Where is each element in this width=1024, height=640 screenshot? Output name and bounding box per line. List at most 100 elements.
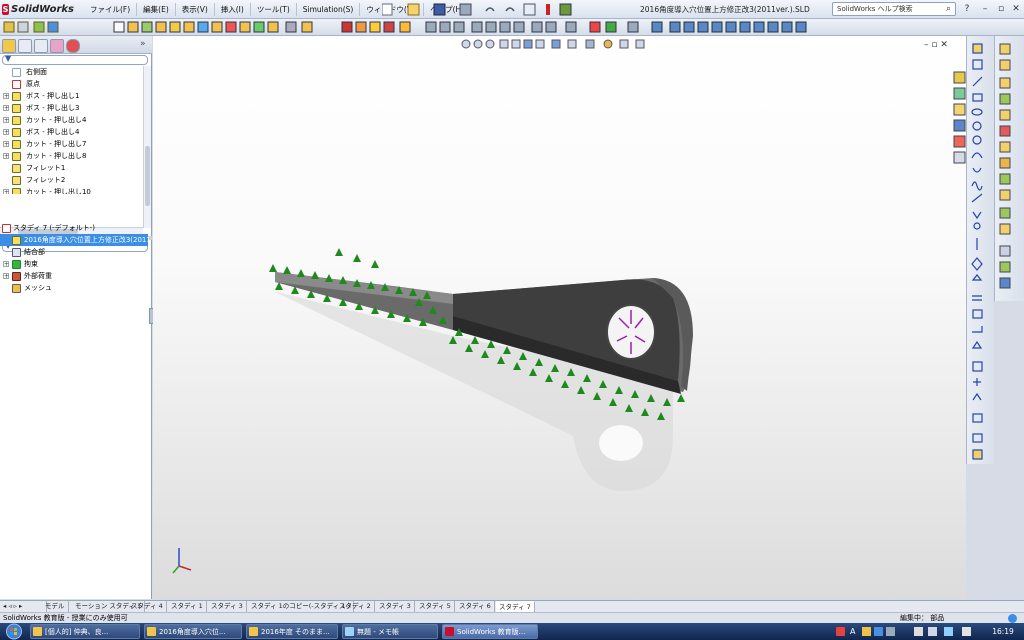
menu-edit[interactable]: 編集(E) [136,3,175,16]
solidworks-logo[interactable]: S SolidWorks [2,2,74,17]
tab-study-5[interactable]: スタディ 5 [416,601,455,612]
sketch-tools-icons[interactable] [967,36,995,464]
menu-tools[interactable]: ツール(T) [249,3,296,16]
tree-item[interactable]: + カット - 押し出し10 [0,186,148,194]
tray-icon[interactable] [874,627,883,636]
cut-icon [12,152,21,161]
study-item-fixtures[interactable]: + 拘束 [0,258,148,270]
extrude-icon [12,92,21,101]
tab-study-2[interactable]: スタディ 2 [336,601,375,612]
study-tabs: ◂ ◃ ▹ ▸ モデル モーション スタディ 1 スタディ 4 スタディ 1 ス… [0,600,1024,613]
close-icon[interactable]: ✕ [1009,3,1023,15]
help-search-placeholder: SolidWorks ヘルプ検索 [837,5,913,13]
flag-icon[interactable] [928,627,937,636]
ime-icon[interactable] [836,627,845,636]
tree-item-label: ボス - 押し出し1 [26,92,80,100]
menu-file[interactable]: ファイル(F) [84,3,136,16]
expand-icon[interactable]: + [3,141,9,148]
taskbar-item[interactable]: 無題 - メモ帳 [342,624,438,639]
tree-item[interactable]: + カット - 押し出し7 [0,138,148,150]
tab-study-3a[interactable]: スタディ 3 [208,601,247,612]
minimize-icon[interactable]: – [978,3,992,15]
tree-item[interactable]: + カット - 押し出し4 [0,114,148,126]
taskbar-item[interactable]: 2016年度 そのまま... [246,624,338,639]
feature-tools-icons[interactable] [995,36,1024,301]
ime-mode-icon[interactable]: A [850,627,859,636]
tree-item-label: 外部荷重 [24,272,52,280]
tree-item-label: カット - 押し出し4 [26,116,87,124]
search-icon[interactable]: ⌕ [946,4,951,14]
propertymanager-tab-icon[interactable] [18,39,32,53]
tree-item[interactable]: 右側面 [0,66,148,78]
app-name: SolidWorks [11,4,74,15]
tray-icon[interactable] [962,627,971,636]
expand-panel-icon[interactable]: » [140,39,146,49]
tab-study-1[interactable]: スタディ 1 [168,601,207,612]
menu-view[interactable]: 表示(V) [174,3,214,16]
expand-icon[interactable]: + [3,273,9,280]
tree-item[interactable]: + ボス - 押し出し4 [0,126,148,138]
tree-item-label: 原点 [26,80,40,88]
tree-item-label: カット - 押し出し7 [26,140,87,148]
taskbar-clock[interactable]: 16:19 [984,623,1022,640]
taskbar-item-label: 2016年度 そのまま... [261,628,330,636]
folder-icon [147,627,156,636]
tab-study-6[interactable]: スタディ 6 [456,601,495,612]
configuration-tab-icon[interactable] [34,39,48,53]
featuremanager-tab-icon[interactable] [2,39,16,53]
taskbar-item[interactable]: 2016角度導入穴位... [144,624,242,639]
tree-item[interactable]: フィレット2 [0,174,148,186]
tree-item[interactable]: + ボス - 押し出し1 [0,90,148,102]
study-item-connections[interactable]: 結合部 [0,246,148,258]
taskbar-item[interactable]: [個人的] 仲典、良... [30,624,140,639]
study-item-mesh[interactable]: メッシュ [0,282,148,294]
tray-icon[interactable] [886,627,895,636]
tree-vertical-scrollbar[interactable] [143,66,151,228]
expand-icon[interactable]: + [3,93,9,100]
tab-model[interactable]: モデル [42,601,69,612]
notepad-icon [345,627,354,636]
network-icon[interactable] [914,627,923,636]
expand-icon[interactable]: + [3,129,9,136]
display-manager-tab-icon[interactable] [66,39,80,53]
menu-simulation[interactable]: Simulation(S) [295,3,360,16]
expand-icon[interactable]: + [3,105,9,112]
help-search-input[interactable]: SolidWorks ヘルプ検索 ⌕ [832,2,956,16]
tab-nav-arrows[interactable]: ◂ ◃ ▹ ▸ [0,601,47,612]
tab-study-3b[interactable]: スタディ 3 [376,601,415,612]
fillet-icon [12,176,21,185]
restore-icon[interactable]: ▫ [994,3,1008,15]
fillet-icon [12,164,21,173]
study-root[interactable]: スタディ 7 (-デフォルト-) [0,222,148,234]
feature-tree-filter[interactable]: ▼ [2,54,148,65]
tree-item[interactable]: + カット - 押し出し8 [0,150,148,162]
dimxpert-tab-icon[interactable] [50,39,64,53]
help-menu-icon[interactable]: ? [960,3,974,15]
tray-icon[interactable] [862,627,871,636]
quick-access-toolbar[interactable] [382,3,632,16]
tree-item-label: カット - 押し出し10 [26,188,91,194]
toolbar-icons[interactable] [2,21,812,34]
study-item-external-loads[interactable]: + 外部荷重 [0,270,148,282]
tree-item[interactable]: フィレット1 [0,162,148,174]
tree-item-label: フィレット1 [26,164,66,172]
volume-icon[interactable] [944,627,953,636]
filter-icon: ▼ [5,54,12,63]
help-status-icon[interactable] [1008,614,1017,623]
expand-icon[interactable]: + [3,153,9,160]
study-item-part[interactable]: 2016角度導入穴位置上方修正改3(2011 [0,234,151,246]
taskbar-item[interactable]: SolidWorks 教育版... [442,624,538,639]
study-icon [2,224,11,233]
study-root-label: スタディ 7 (-デフォルト-) [13,224,95,232]
tab-study-4[interactable]: スタディ 4 [128,601,167,612]
start-button[interactable] [2,623,26,640]
expand-icon[interactable]: + [3,117,9,124]
menu-insert[interactable]: 挿入(I) [213,3,250,16]
cut-icon [12,188,21,194]
expand-icon[interactable]: + [3,189,9,194]
expand-icon[interactable]: + [3,261,9,268]
tree-item[interactable]: 原点 [0,78,148,90]
scroll-thumb[interactable] [145,146,150,206]
cut-icon [12,116,21,125]
tree-item[interactable]: + ボス - 押し出し3 [0,102,148,114]
